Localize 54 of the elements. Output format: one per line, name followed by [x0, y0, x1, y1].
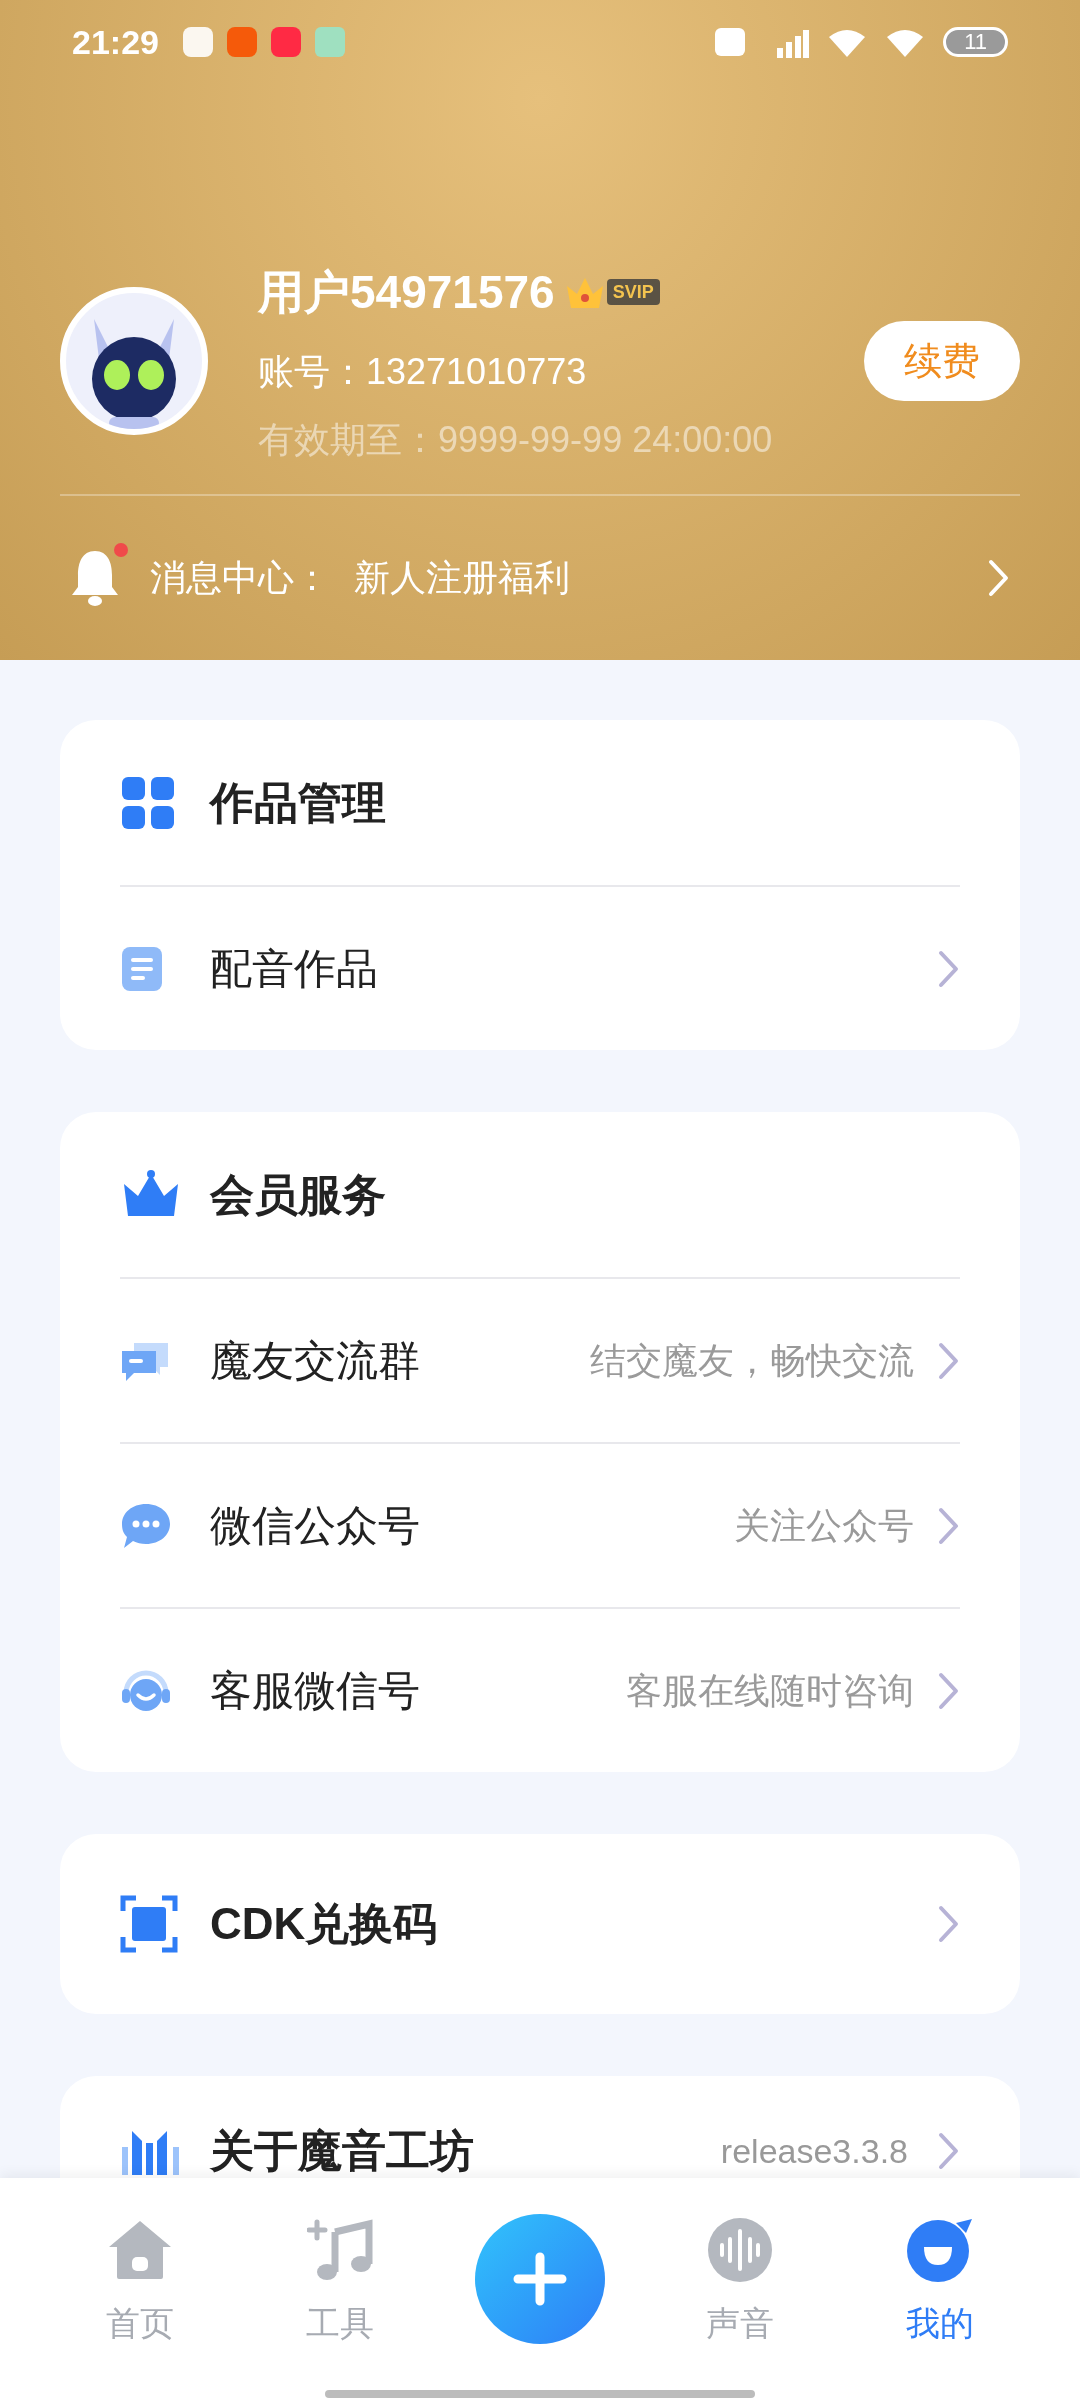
speech-bubble-icon — [120, 1501, 172, 1550]
row-label: 微信公众号 — [210, 1501, 420, 1551]
message-text: 新人注册福利 — [354, 556, 570, 600]
message-center-label: 消息中心： — [150, 556, 330, 600]
wifi-icon — [827, 27, 868, 57]
nav-tab[interactable]: 声音 — [640, 2214, 840, 2349]
plus-icon — [512, 2251, 568, 2307]
menu-row[interactable]: 微信公众号 关注公众号 — [120, 1442, 960, 1607]
app-icon — [182, 27, 213, 57]
scan-frame-icon — [120, 1895, 178, 1953]
username: 用户54971576 — [258, 269, 555, 315]
app-icon — [270, 27, 301, 57]
smiley-icon — [906, 2217, 974, 2283]
row-hint: 关注公众号 — [734, 1503, 914, 1548]
row-label: 配音作品 — [210, 944, 378, 994]
music-note-icon — [307, 2218, 373, 2282]
wifi-icon — [885, 27, 926, 57]
hd-icon — [715, 28, 746, 56]
row-label: 魔友交流群 — [210, 1336, 420, 1386]
battery-indicator: 11 — [943, 27, 1008, 57]
nav-tab[interactable]: 工具 — [240, 2214, 440, 2349]
document-icon — [120, 944, 164, 993]
account-number: 账号：13271010773 — [258, 352, 588, 392]
menu-row[interactable]: 配音作品 — [120, 885, 960, 1050]
message-center-row[interactable]: 消息中心： 新人注册福利 — [0, 496, 1080, 660]
row-label: 客服微信号 — [210, 1666, 420, 1716]
section-title: CDK兑换码 — [210, 1898, 438, 1950]
section-title: 会员服务 — [210, 1168, 386, 1221]
chevron-right-icon — [938, 1341, 960, 1380]
nav-tab[interactable]: 我的 — [840, 2214, 1040, 2349]
row-hint: 结交魔友，畅快交流 — [590, 1338, 914, 1383]
sound-wave-icon — [707, 2217, 773, 2283]
chevron-right-icon — [938, 1671, 960, 1710]
status-time: 21:29 — [72, 21, 159, 63]
renew-button[interactable]: 续费 — [864, 321, 1020, 401]
vip-badge: SVIP — [606, 279, 660, 305]
chevron-right-icon — [988, 559, 1010, 597]
expiry-date: 有效期至：9999-99-99 24:00:00 — [258, 420, 773, 460]
row-hint: 客服在线随时咨询 — [626, 1668, 914, 1713]
chevron-right-icon — [938, 1905, 960, 1943]
grid-icon — [120, 774, 176, 831]
chevron-right-icon — [938, 1506, 960, 1545]
app-icon — [226, 27, 257, 57]
home-icon — [107, 2219, 173, 2281]
bell-icon — [70, 549, 120, 607]
chevron-right-icon — [938, 2132, 960, 2170]
nav-tab[interactable]: 首页 — [40, 2214, 240, 2349]
section-title: 关于魔音工坊 — [210, 2125, 474, 2177]
section-title: 作品管理 — [210, 776, 386, 829]
app-icon — [314, 27, 345, 57]
menu-row[interactable]: 客服微信号 客服在线随时咨询 — [120, 1607, 960, 1772]
version-text: release3.3.8 — [720, 2130, 908, 2172]
chevron-right-icon — [938, 949, 960, 988]
menu-row[interactable]: 魔友交流群 结交魔友，畅快交流 — [120, 1277, 960, 1442]
